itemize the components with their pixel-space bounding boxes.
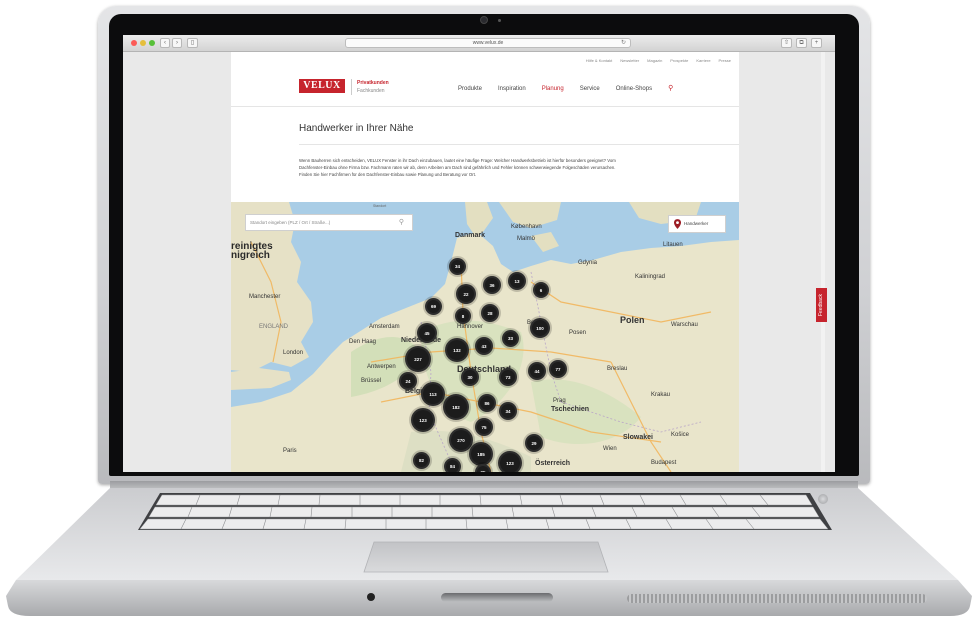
speaker-grille: [627, 594, 927, 603]
laptop-base: [6, 488, 972, 616]
sleep-indicator: [367, 593, 375, 601]
laptop-photo: ‹ › ▯ www.velux.de ↻ ⇧ ⧉ + Hilfe & Konta…: [0, 0, 978, 620]
power-button[interactable]: [818, 494, 828, 504]
optical-drive-slot: [441, 593, 553, 602]
